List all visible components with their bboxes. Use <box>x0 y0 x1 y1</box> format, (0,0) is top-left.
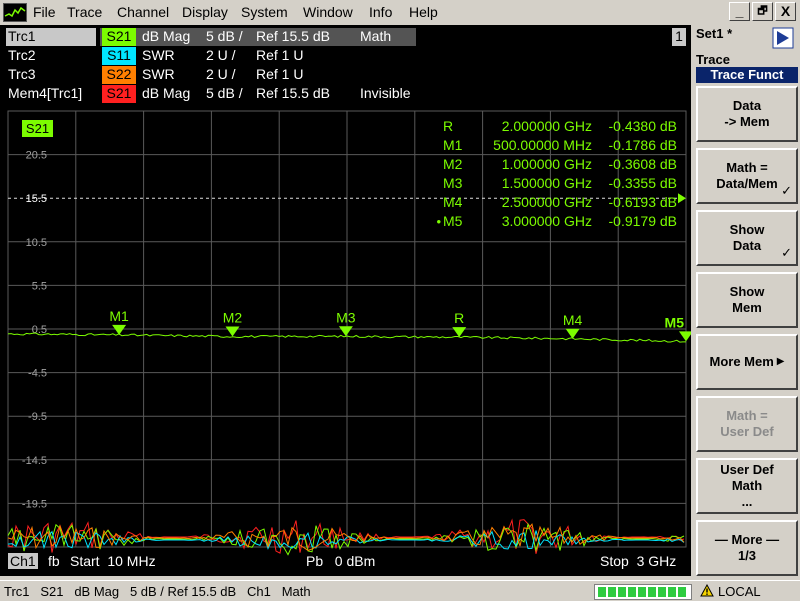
marker-info-value: -0.4380 dB <box>609 118 678 134</box>
active-trace-summary: Trc1 S21 dB Mag 5 dB / Ref 15.5 dB Ch1 M… <box>4 584 311 599</box>
progress-segment <box>668 587 676 597</box>
y-tick-label: 15.5 <box>26 193 47 205</box>
marker-info-value: -0.9179 dB <box>609 213 678 229</box>
y-tick-label: -14.5 <box>22 455 47 467</box>
stop-frequency[interactable]: Stop 3 GHz <box>600 553 676 569</box>
progress-segment <box>648 587 656 597</box>
restore-button[interactable]: 🗗 <box>752 2 773 21</box>
trace-label: S21 <box>26 121 49 136</box>
y-tick-label: -19.5 <box>22 498 47 510</box>
channel-label[interactable]: Ch1 <box>8 553 38 569</box>
softkey-show-data[interactable]: Show Data ✓ <box>696 210 798 266</box>
menu-display[interactable]: Display <box>182 4 228 20</box>
marker-label: M2 <box>223 310 243 326</box>
progress-segment <box>618 587 626 597</box>
menu-title: Trace Funct <box>696 67 798 83</box>
status-bar: Trc1 S21 dB Mag 5 dB / Ref 15.5 dB Ch1 M… <box>0 580 800 601</box>
marker-label: R <box>454 310 464 326</box>
progress-segment <box>628 587 636 597</box>
progress-segment <box>608 587 616 597</box>
marker-label: M5 <box>665 314 685 330</box>
marker-info-value: -0.1786 dB <box>609 137 678 153</box>
close-button[interactable]: X <box>775 2 796 21</box>
rohde-schwarz-logo-icon <box>772 27 794 49</box>
marker-info-name: M5 <box>443 213 463 229</box>
softkey-math-data-mem[interactable]: Math = Data/Mem ✓ <box>696 148 798 204</box>
y-tick-label: -9.5 <box>28 411 47 423</box>
marker-info-freq: 500.00000 MHz <box>493 137 592 153</box>
softkey-math-user-def[interactable]: Math = User Def <box>696 396 798 452</box>
marker-info-value: -0.6193 dB <box>609 194 678 210</box>
menu-bar: File Trace Channel Display System Window… <box>0 0 800 24</box>
setup-title: Set1 * <box>696 26 733 41</box>
marker-info-freq: 1.500000 GHz <box>502 175 592 191</box>
softkey-more-page[interactable]: — More — 1/3 <box>696 520 798 576</box>
sweep-progress <box>594 584 692 600</box>
noise-trace <box>7 518 685 554</box>
minimize-button[interactable]: _ <box>729 2 750 21</box>
marker-info-name: R <box>443 118 453 134</box>
marker-label: M1 <box>109 308 129 324</box>
menu-info[interactable]: Info <box>369 4 392 20</box>
marker-info-name: M2 <box>443 156 463 172</box>
menu-help[interactable]: Help <box>409 4 438 20</box>
menu-trace[interactable]: Trace <box>67 4 102 20</box>
marker-triangle-icon <box>565 328 580 339</box>
menu-file[interactable]: File <box>33 4 56 20</box>
marker-triangle-icon <box>112 324 127 335</box>
marker-triangle-icon <box>679 331 691 342</box>
marker-active-dot: • <box>436 214 441 229</box>
channel-status-bar: Ch1 fb Start 10 MHz Pb 0 dBm Stop 3 GHz <box>8 552 688 572</box>
softkey-user-def-math[interactable]: User Def Math ... <box>696 458 798 514</box>
marker-triangle-icon <box>338 326 353 337</box>
checkmark-icon: ✓ <box>781 245 792 260</box>
marker-info-value: -0.3608 dB <box>609 156 678 172</box>
marker-info-value: -0.3355 dB <box>609 175 678 191</box>
warning-icon <box>700 584 714 597</box>
section-title: Trace <box>696 52 730 67</box>
diagram-plot[interactable]: 20.515.510.55.50.5-4.5-9.5-14.5-19.5S21M… <box>0 25 691 576</box>
app-icon[interactable] <box>3 3 27 22</box>
progress-segment <box>678 587 686 597</box>
y-tick-label: 10.5 <box>26 237 47 249</box>
y-tick-label: -4.5 <box>28 368 47 380</box>
marker-info-freq: 2.500000 GHz <box>502 194 592 210</box>
remote-mode-indicator: LOCAL <box>718 584 761 599</box>
start-frequency[interactable]: Start 10 MHz <box>70 553 156 569</box>
port-power[interactable]: Pb 0 dBm <box>306 553 375 569</box>
progress-segment <box>638 587 646 597</box>
marker-info-name: M3 <box>443 175 463 191</box>
progress-segment <box>598 587 606 597</box>
diagram-area[interactable]: Trc1 S21 dB Mag 5 dB / Ref 15.5 dB Math … <box>0 25 691 576</box>
y-tick-label: 5.5 <box>32 280 47 292</box>
softkey-show-mem[interactable]: Show Mem <box>696 272 798 328</box>
menu-channel[interactable]: Channel <box>117 4 169 20</box>
marker-info-freq: 1.000000 GHz <box>502 156 592 172</box>
marker-triangle-icon <box>225 326 240 337</box>
progress-segment <box>658 587 666 597</box>
submenu-arrow-icon: ▶ <box>776 356 785 367</box>
softkey-more-mem[interactable]: More Mem ▶ <box>696 334 798 390</box>
marker-info-name: M4 <box>443 194 463 210</box>
fb-label: fb <box>48 553 60 569</box>
marker-label: M4 <box>563 312 583 328</box>
softkey-data-to-mem[interactable]: Data -> Mem <box>696 86 798 142</box>
marker-triangle-icon <box>452 327 467 338</box>
checkmark-icon: ✓ <box>781 183 792 198</box>
marker-info-name: M1 <box>443 137 463 153</box>
marker-info-freq: 2.000000 GHz <box>502 118 592 134</box>
menu-system[interactable]: System <box>241 4 288 20</box>
reference-level-arrow-icon <box>678 193 686 204</box>
menu-window[interactable]: Window <box>303 4 353 20</box>
noise-trace <box>7 523 685 551</box>
marker-info-freq: 3.000000 GHz <box>502 213 592 229</box>
marker-label: M3 <box>336 309 356 325</box>
softkey-panel: Set1 * Trace Trace Funct Data -> Mem Mat… <box>694 25 800 576</box>
y-tick-label: 20.5 <box>26 150 47 162</box>
